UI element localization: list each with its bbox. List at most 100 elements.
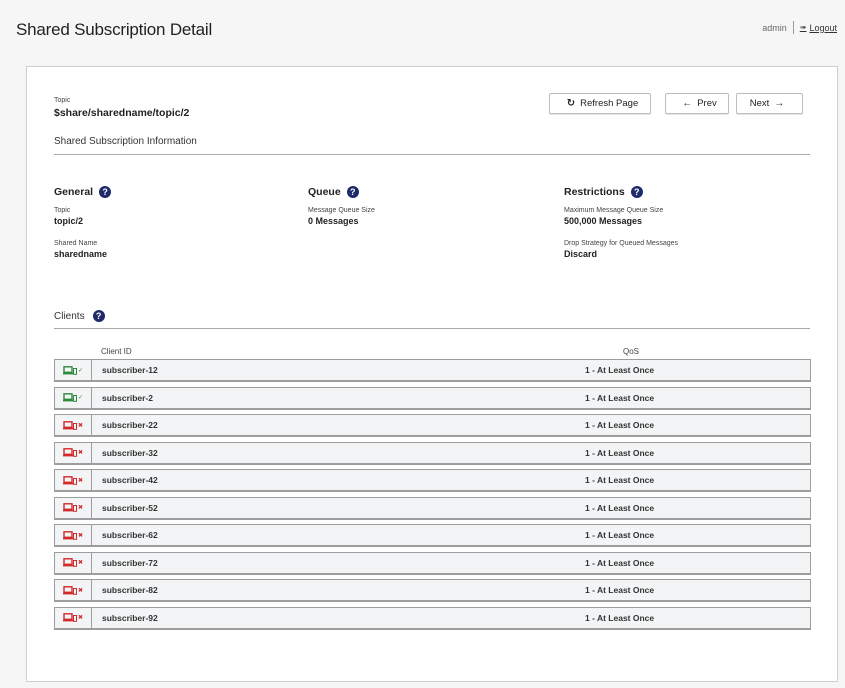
devices-icon <box>62 585 77 595</box>
client-disconnected-icon: ✖ <box>55 470 92 490</box>
general-panel: General ? Topic topic/2 Shared Name shar… <box>54 185 112 259</box>
client-qos: 1 - At Least Once <box>585 557 655 568</box>
username: admin <box>762 22 787 33</box>
clients-title: Clients <box>54 310 85 322</box>
table-row[interactable]: ✓ subscriber-2 1 - At Least Once <box>54 386 811 410</box>
drop-strategy-label: Drop Strategy for Queued Messages <box>564 240 679 247</box>
x-icon: ✖ <box>77 450 84 456</box>
queue-size-label: Message Queue Size <box>308 207 375 214</box>
client-disconnected-icon: ✖ <box>55 442 92 463</box>
arrow-right-icon: → <box>774 98 785 109</box>
client-qos: 1 - At Least Once <box>585 447 655 458</box>
clients-divider <box>54 328 810 329</box>
queue-size-value: 0 Messages <box>308 216 359 226</box>
topic-value: $share/sharedname/topic/2 <box>54 107 190 119</box>
check-icon: ✓ <box>77 395 84 401</box>
client-qos: 1 - At Least Once <box>585 365 655 375</box>
table-row[interactable]: ✖ subscriber-32 1 - At Least Once <box>54 441 811 465</box>
client-disconnected-icon: ✖ <box>55 607 92 628</box>
topic-label: Topic <box>54 97 71 104</box>
client-disconnected-icon: ✖ <box>55 525 92 545</box>
column-header-client-id: Client ID <box>101 347 132 356</box>
max-queue-size-label: Maximum Message Queue Size <box>564 207 664 214</box>
x-icon: ✖ <box>77 477 84 484</box>
x-icon: ✖ <box>77 505 84 511</box>
client-qos: 1 - At Least Once <box>585 530 655 540</box>
general-heading: General ? <box>54 185 112 199</box>
shared-name-label: Shared Name <box>54 240 98 247</box>
queue-title: Queue <box>308 186 341 198</box>
client-id: subscriber-52 <box>102 502 158 513</box>
client-id: subscriber-62 <box>102 530 158 540</box>
devices-icon <box>62 558 77 567</box>
client-qos: 1 - At Least Once <box>585 392 655 403</box>
client-id: subscriber-42 <box>102 475 158 485</box>
help-icon[interactable]: ? <box>92 310 105 322</box>
queue-heading: Queue ? <box>308 185 375 199</box>
table-row[interactable]: ✖ subscriber-72 1 - At Least Once <box>54 551 811 575</box>
clients-heading: Clients ? <box>54 310 105 322</box>
table-row[interactable]: ✖ subscriber-82 1 - At Least Once <box>54 579 811 602</box>
client-connected-icon: ✓ <box>55 387 92 408</box>
x-icon: ✖ <box>77 422 84 429</box>
client-id: subscriber-22 <box>102 420 158 430</box>
page-title: Shared Subscription Detail <box>16 20 213 39</box>
devices-icon <box>62 448 77 457</box>
devices-icon <box>62 503 77 512</box>
queue-panel: Queue ? Message Queue Size 0 Messages <box>308 185 375 226</box>
x-icon: ✖ <box>77 532 84 539</box>
table-row[interactable]: ✖ subscriber-92 1 - At Least Once <box>54 606 811 630</box>
page-header: Shared Subscription Detail admin ➠ Logou… <box>0 0 845 60</box>
help-icon[interactable]: ? <box>630 186 643 198</box>
client-id: subscriber-82 <box>102 585 158 595</box>
client-qos: 1 - At Least Once <box>585 475 655 485</box>
arrow-left-icon: ← <box>682 98 693 109</box>
devices-icon <box>62 420 77 430</box>
client-qos: 1 - At Least Once <box>585 502 655 513</box>
info-section-title: Shared Subscription Information <box>54 136 197 147</box>
client-id: subscriber-32 <box>102 447 158 458</box>
table-row[interactable]: ✖ subscriber-62 1 - At Least Once <box>54 524 811 547</box>
general-topic-label: Topic <box>54 207 71 214</box>
detail-card: Topic $share/sharedname/topic/2 ↻ Refres… <box>26 66 838 682</box>
refresh-page-button[interactable]: ↻ Refresh Page <box>549 93 651 114</box>
restrictions-panel: Restrictions ? Maximum Message Queue Siz… <box>564 185 678 259</box>
restrictions-title: Restrictions <box>564 186 625 198</box>
devices-icon <box>62 613 77 622</box>
client-disconnected-icon: ✖ <box>55 415 92 435</box>
sign-out-icon: ➠ <box>799 23 807 32</box>
general-title: General <box>54 186 94 198</box>
next-button[interactable]: Next → <box>736 93 803 114</box>
help-icon[interactable]: ? <box>99 186 112 198</box>
prev-button[interactable]: ← Prev <box>665 93 729 114</box>
prev-label: Prev <box>697 98 717 109</box>
refresh-icon: ↻ <box>566 98 576 109</box>
max-queue-size-value: 500,000 Messages <box>564 216 643 226</box>
table-row[interactable]: ✖ subscriber-52 1 - At Least Once <box>54 496 811 520</box>
client-id: subscriber-12 <box>102 365 158 375</box>
client-disconnected-icon: ✖ <box>55 552 92 573</box>
user-area: admin ➠ Logout <box>762 21 837 34</box>
column-header-qos: QoS <box>623 347 640 356</box>
table-row[interactable]: ✖ subscriber-22 1 - At Least Once <box>54 414 811 437</box>
devices-icon <box>62 365 77 375</box>
table-row[interactable]: ✖ subscriber-42 1 - At Least Once <box>54 469 811 492</box>
devices-icon <box>62 475 77 485</box>
devices-icon <box>62 530 77 540</box>
refresh-label: Refresh Page <box>580 98 639 109</box>
logout-label: Logout <box>809 22 837 33</box>
client-id: subscriber-72 <box>102 557 158 568</box>
client-qos: 1 - At Least Once <box>585 585 655 595</box>
next-label: Next <box>749 98 770 109</box>
help-icon[interactable]: ? <box>346 186 359 198</box>
x-icon: ✖ <box>77 615 84 621</box>
x-icon: ✖ <box>77 587 84 594</box>
client-id: subscriber-2 <box>102 392 154 403</box>
client-disconnected-icon: ✖ <box>55 497 92 518</box>
table-row[interactable]: ✓ subscriber-12 1 - At Least Once <box>54 359 811 382</box>
drop-strategy-value: Discard <box>564 249 598 259</box>
restrictions-heading: Restrictions ? <box>564 185 678 199</box>
clients-table: ✓ subscriber-12 1 - At Least Once ✓ subscrib… <box>54 359 811 634</box>
logout-link[interactable]: ➠ Logout <box>800 23 837 33</box>
check-icon: ✓ <box>77 367 84 374</box>
